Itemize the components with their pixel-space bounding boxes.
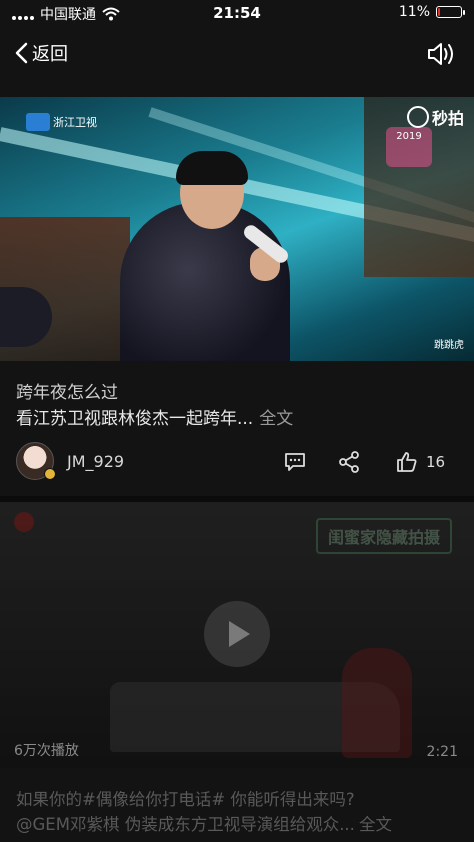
post-description-text: 看江苏卫视跟林俊杰一起跨年... <box>16 409 254 429</box>
watermark: 秒拍 <box>406 105 464 129</box>
status-bar: 中国联通 21:54 11% <box>0 0 474 28</box>
channel-logo-text: 浙江卫视 <box>53 116 97 129</box>
play-icon <box>229 621 250 647</box>
read-more-link[interactable]: 全文 <box>259 409 293 429</box>
corner-tag: 跳跳虎 <box>434 340 464 351</box>
video-player-2[interactable]: 闺蜜家隐藏拍摄 6万次播放 2:21 <box>0 502 474 768</box>
channel-logo: 浙江卫视 <box>26 113 97 131</box>
author-row: JM_929 16 <box>16 440 458 484</box>
thumbs-up-icon <box>397 452 417 472</box>
battery-fill <box>438 8 440 16</box>
video-player-1[interactable]: 浙江卫视 2019 秒拍 跳跳虎 <box>0 97 474 361</box>
share-icon <box>339 451 359 473</box>
top-nav: 返回 <box>0 34 474 74</box>
verified-badge-icon <box>44 468 56 480</box>
event-badge: 2019 <box>386 127 432 167</box>
chevron-left-icon <box>15 42 28 64</box>
post-description-2-text: @GEM邓紫棋 伪装成东方卫视导演组给观众... <box>16 815 355 834</box>
comment-button[interactable] <box>284 448 306 476</box>
post-description: 看江苏卫视跟林俊杰一起跨年... 全文 <box>16 404 293 429</box>
battery-icon <box>436 6 465 18</box>
share-button[interactable] <box>338 448 360 476</box>
post-description-2: @GEM邓紫棋 伪装成东方卫视导演组给观众... 全文 <box>16 811 392 835</box>
comment-icon <box>285 453 305 471</box>
zhejiang-tv-logo-icon <box>26 113 50 131</box>
post-title-2: 如果你的#偶像给你打电话# 你能听得出来吗? <box>16 790 355 809</box>
read-more-link-2[interactable]: 全文 <box>359 815 392 834</box>
author-name[interactable]: JM_929 <box>67 452 124 471</box>
view-count: 6万次播放 <box>14 743 79 759</box>
miaopai-logo-icon <box>406 106 429 128</box>
play-button[interactable] <box>204 601 270 667</box>
singer-hair <box>176 151 248 185</box>
like-button[interactable]: 16 <box>396 448 445 476</box>
like-count: 16 <box>426 453 446 471</box>
speaker-icon[interactable] <box>426 40 456 68</box>
battery-percent: 11% <box>398 4 430 20</box>
back-label: 返回 <box>32 44 68 65</box>
post-title: 跨年夜怎么过 <box>16 383 118 403</box>
video-duration: 2:21 <box>426 744 458 760</box>
battery-group: 11% <box>398 4 465 20</box>
watermark-text: 秒拍 <box>431 109 464 128</box>
back-button[interactable]: 返回 <box>14 40 68 66</box>
